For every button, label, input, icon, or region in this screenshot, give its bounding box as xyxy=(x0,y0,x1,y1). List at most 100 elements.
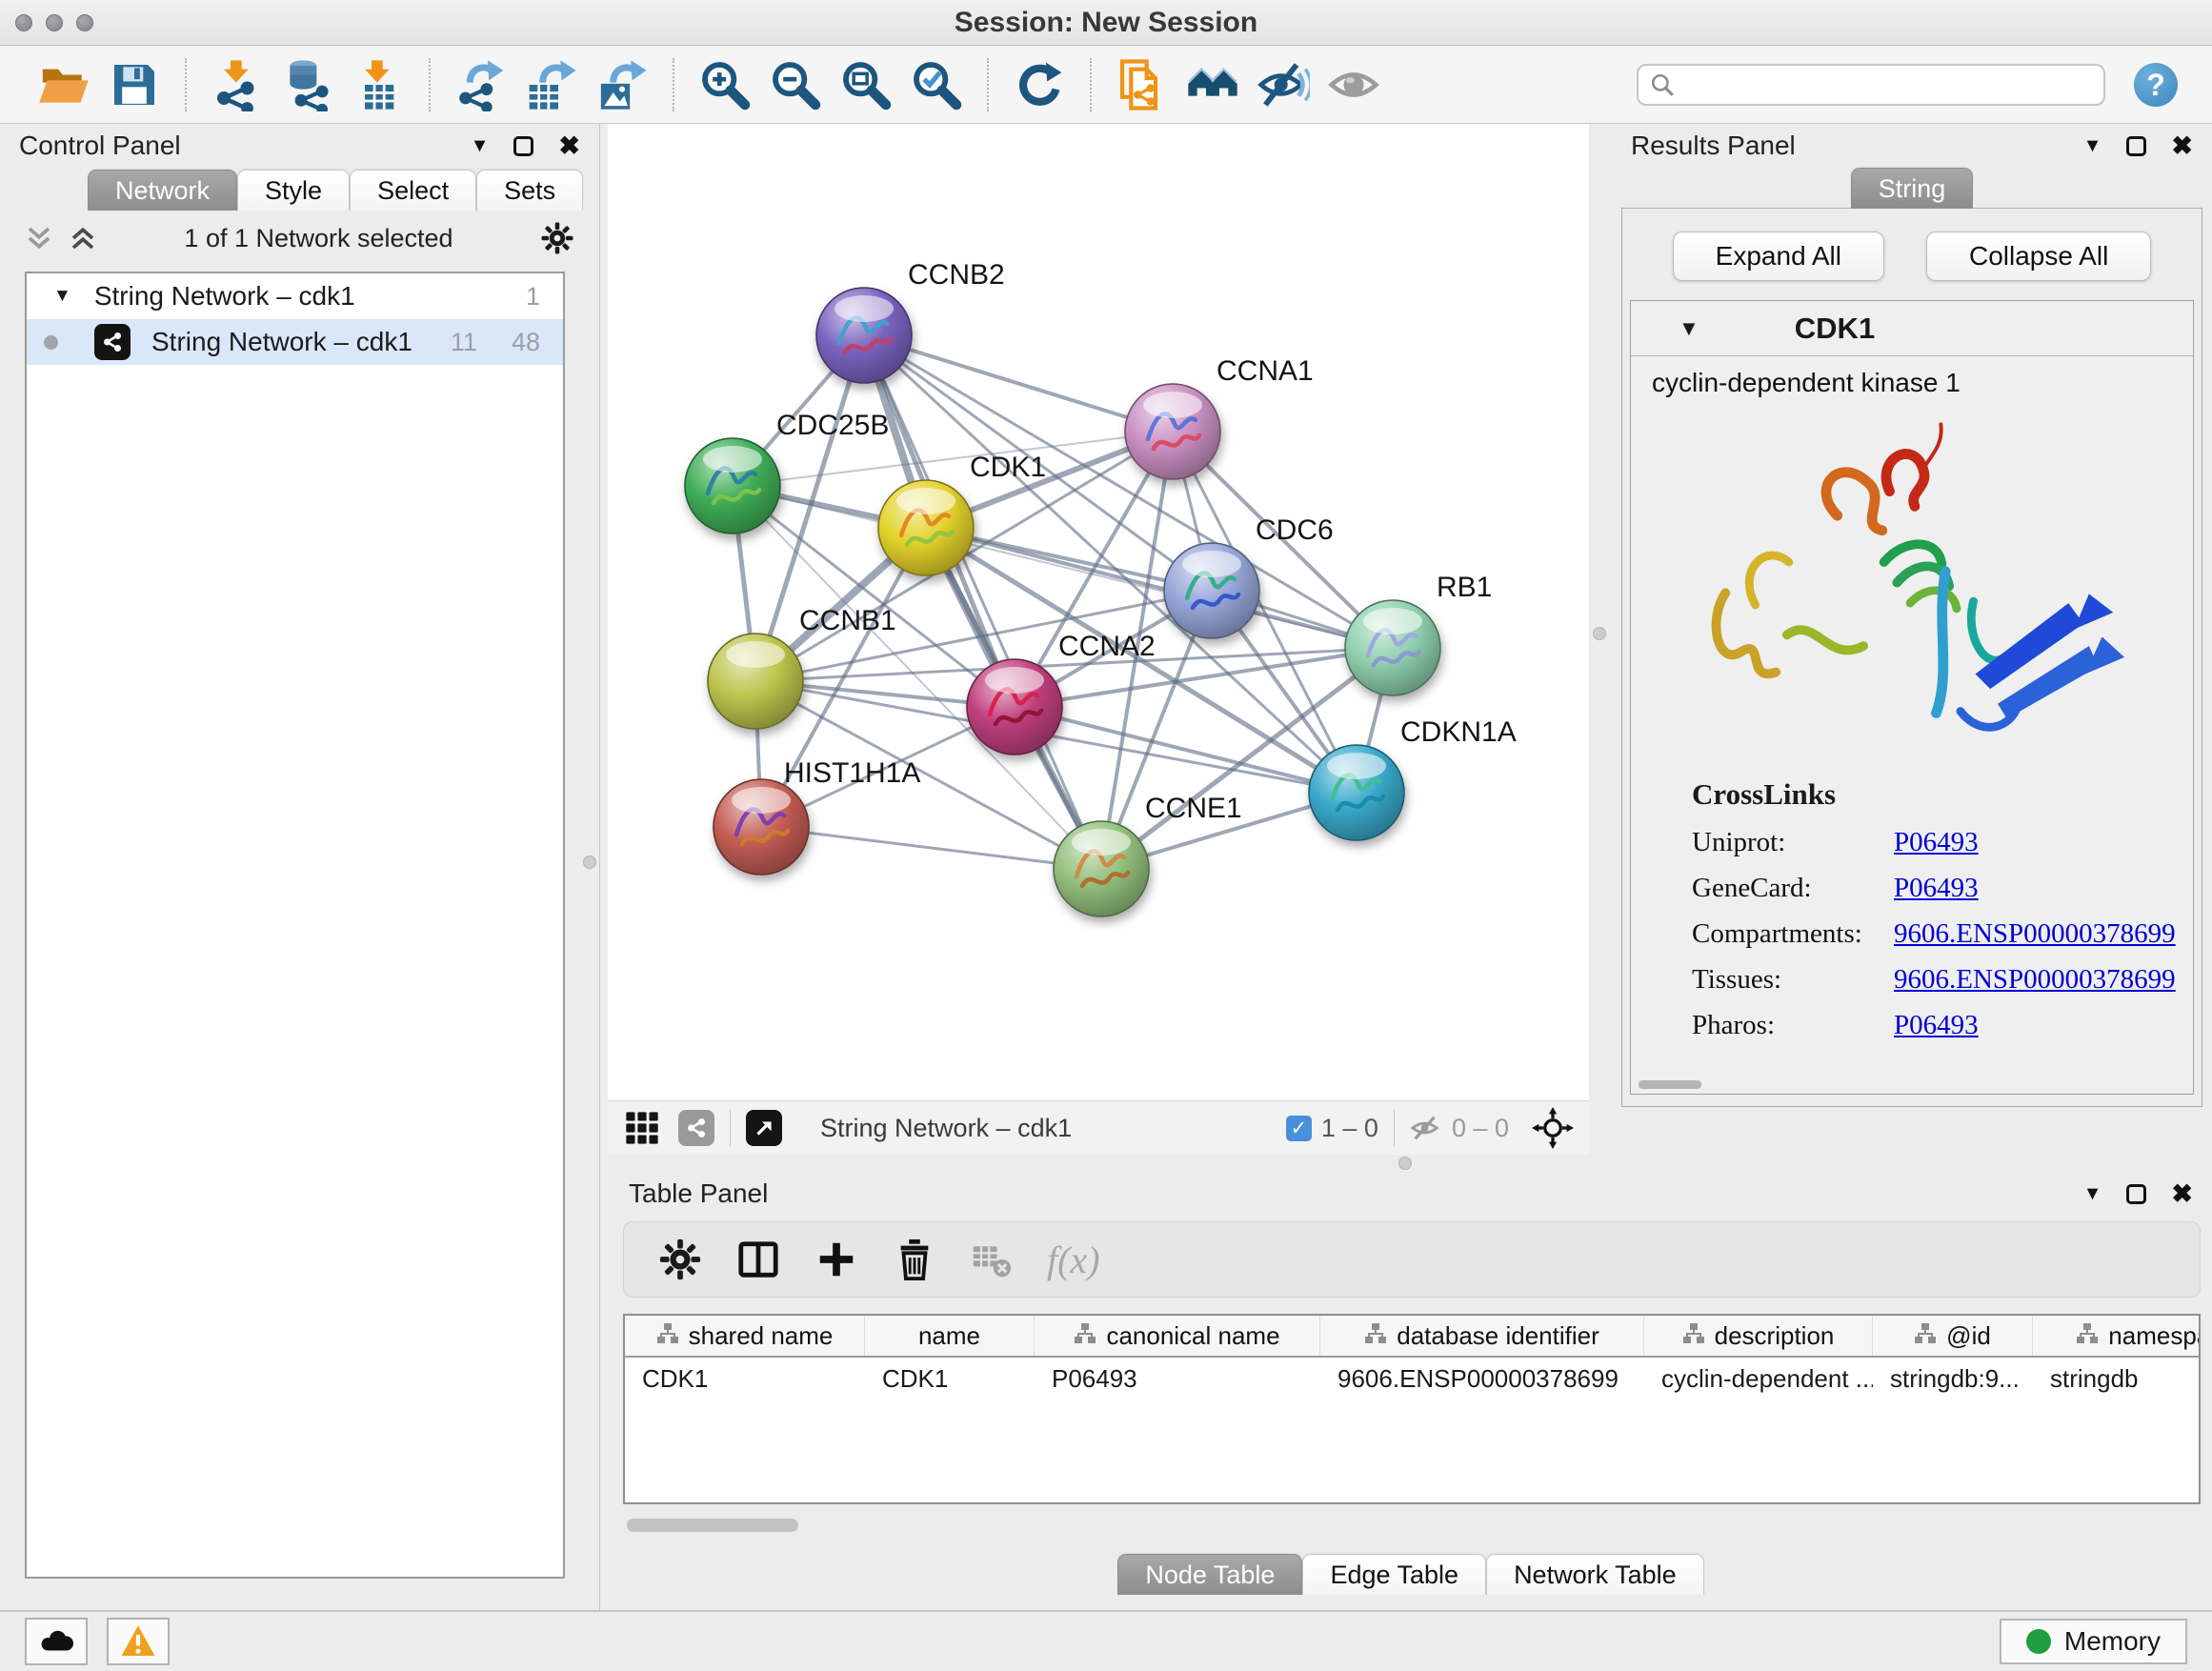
network-node-ccnb1[interactable]: CCNB1 xyxy=(708,605,896,729)
tab-select[interactable]: Select xyxy=(350,170,476,211)
search-input[interactable] xyxy=(1684,70,2092,100)
import-network-file-icon[interactable] xyxy=(211,58,264,111)
crosshair-icon[interactable] xyxy=(1532,1107,1574,1149)
crosslink-value-link[interactable]: P06493 xyxy=(1894,827,1979,858)
table-cell[interactable]: CDK1 xyxy=(865,1358,1035,1399)
gear-icon[interactable] xyxy=(658,1238,702,1281)
column-header[interactable]: @id xyxy=(1873,1316,2033,1356)
function-builder-icon[interactable]: f(x) xyxy=(1047,1238,1100,1282)
open-session-icon[interactable] xyxy=(37,58,90,111)
shared-column-icon xyxy=(2076,1321,2099,1351)
table-toolbar: f(x) xyxy=(623,1221,2201,1298)
share-view-icon[interactable] xyxy=(678,1110,714,1146)
panel-float-icon[interactable] xyxy=(2126,1184,2146,1204)
grid-view-icon[interactable] xyxy=(623,1109,661,1147)
export-image-icon[interactable] xyxy=(595,58,649,111)
panel-float-icon[interactable] xyxy=(2126,136,2146,156)
birdseye-icon[interactable] xyxy=(746,1110,782,1146)
zoom-in-icon[interactable] xyxy=(698,58,752,111)
string-network-graph[interactable]: CCNB2CCNA1CDC25BCDK1CDC6RB1CCNB1CCNA2CDK… xyxy=(608,124,1589,1100)
export-table-icon[interactable] xyxy=(525,58,578,111)
control-panel-tabs: NetworkStyleSelectSets xyxy=(88,170,599,211)
panel-collapse-icon[interactable]: ▼ xyxy=(2083,1183,2102,1205)
show-columns-icon[interactable] xyxy=(736,1238,780,1281)
crosslink-row: Compartments:9606.ENSP00000378699 xyxy=(1692,918,2193,950)
tab-network[interactable]: Network xyxy=(88,170,237,211)
column-header[interactable]: description xyxy=(1644,1316,1873,1356)
panel-float-icon[interactable] xyxy=(513,136,533,156)
gene-header-row[interactable]: ▼ CDK1 xyxy=(1631,301,2193,356)
tab-style[interactable]: Style xyxy=(237,170,350,211)
export-network-icon[interactable] xyxy=(454,58,508,111)
memory-button[interactable]: Memory xyxy=(2000,1619,2187,1664)
tab-edge-table[interactable]: Edge Table xyxy=(1302,1554,1486,1595)
network-node-rb1[interactable]: RB1 xyxy=(1345,572,1492,695)
column-header[interactable]: namespace xyxy=(2033,1316,2201,1356)
add-column-icon[interactable] xyxy=(814,1238,858,1281)
table-cell[interactable]: stringdb:9... xyxy=(1873,1358,2033,1399)
panel-close-icon[interactable]: ✖ xyxy=(2171,1181,2193,1207)
panel-close-icon[interactable]: ✖ xyxy=(2171,133,2193,159)
column-header-label: shared name xyxy=(689,1321,834,1351)
share-file-icon[interactable] xyxy=(1116,58,1169,111)
network-node-ccna1[interactable]: CCNA1 xyxy=(1125,355,1314,479)
tab-string[interactable]: String xyxy=(1851,168,1974,209)
warnings-button[interactable] xyxy=(107,1618,170,1665)
panel-divider-handle[interactable] xyxy=(1593,627,1606,640)
column-header[interactable]: database identifier xyxy=(1320,1316,1644,1356)
tab-sets[interactable]: Sets xyxy=(476,170,583,211)
network-node-cdkn1a[interactable]: CDKN1A xyxy=(1309,716,1517,840)
tree-expand-icon[interactable]: ▼ xyxy=(53,286,71,307)
network-row-selected[interactable]: String Network – cdk1 11 48 xyxy=(27,319,563,365)
string-network-icon xyxy=(94,324,131,360)
table-cell[interactable]: cyclin-dependent ... xyxy=(1644,1358,1873,1399)
crosslink-value-link[interactable]: 9606.ENSP00000378699 xyxy=(1894,918,2176,950)
hide-graphics-icon[interactable] xyxy=(1257,58,1310,111)
crosslink-value-link[interactable]: 9606.ENSP00000378699 xyxy=(1894,964,2176,996)
selected-checkbox[interactable]: ✓ xyxy=(1286,1116,1312,1141)
panel-close-icon[interactable]: ✖ xyxy=(558,133,580,159)
table-cell[interactable]: stringdb xyxy=(2033,1358,2201,1399)
tab-node-table[interactable]: Node Table xyxy=(1117,1554,1302,1595)
cloud-button[interactable] xyxy=(25,1618,88,1665)
show-graphics-icon[interactable] xyxy=(1327,58,1380,111)
expand-all-button[interactable]: Expand All xyxy=(1673,232,1884,281)
column-header[interactable]: shared name xyxy=(625,1316,865,1356)
network-collection-row[interactable]: ▼ String Network – cdk1 1 xyxy=(27,273,563,319)
panel-divider-handle[interactable] xyxy=(583,856,596,869)
collapse-all-button[interactable]: Collapse All xyxy=(1926,232,2151,281)
crosslink-value-link[interactable]: P06493 xyxy=(1894,1010,1979,1041)
string-home-icon[interactable] xyxy=(1186,58,1239,111)
column-header[interactable]: name xyxy=(865,1316,1035,1356)
delete-column-icon[interactable] xyxy=(893,1238,936,1281)
panel-divider-handle[interactable] xyxy=(1398,1157,1412,1170)
network-canvas[interactable]: CCNB2CCNA1CDC25BCDK1CDC6RB1CCNB1CCNA2CDK… xyxy=(608,124,1589,1100)
import-table-file-icon[interactable] xyxy=(352,58,405,111)
zoom-selected-icon[interactable] xyxy=(910,58,963,111)
expand-all-icon[interactable] xyxy=(69,224,97,252)
zoom-fit-icon[interactable] xyxy=(839,58,893,111)
table-cell[interactable]: 9606.ENSP00000378699 xyxy=(1320,1358,1644,1399)
horizontal-scrollbar-thumb[interactable] xyxy=(1639,1080,1701,1089)
collapse-all-icon[interactable] xyxy=(25,224,53,252)
import-network-database-icon[interactable] xyxy=(281,58,334,111)
collapse-gene-icon[interactable]: ▼ xyxy=(1679,316,1699,341)
help-button[interactable]: ? xyxy=(2134,63,2178,107)
hidden-eye-icon[interactable] xyxy=(1410,1112,1442,1144)
panel-collapse-icon[interactable]: ▼ xyxy=(2083,135,2102,157)
column-header[interactable]: canonical name xyxy=(1035,1316,1320,1356)
refresh-icon[interactable] xyxy=(1013,58,1066,111)
gear-icon[interactable] xyxy=(540,221,574,255)
results-panel-header: Results Panel ▼ ✖ xyxy=(1612,124,2212,168)
zoom-out-icon[interactable] xyxy=(769,58,822,111)
network-node-hist1h1a[interactable]: HIST1H1A xyxy=(714,757,920,875)
tab-network-table[interactable]: Network Table xyxy=(1486,1554,1704,1595)
hscrollbar-thumb[interactable] xyxy=(627,1519,798,1532)
table-cell[interactable]: P06493 xyxy=(1035,1358,1320,1399)
save-session-icon[interactable] xyxy=(108,58,161,111)
delete-table-icon[interactable] xyxy=(971,1238,1013,1280)
table-row[interactable]: CDK1CDK1P064939606.ENSP00000378699cyclin… xyxy=(625,1358,2199,1399)
panel-collapse-icon[interactable]: ▼ xyxy=(471,135,490,157)
table-cell[interactable]: CDK1 xyxy=(625,1358,865,1399)
crosslink-value-link[interactable]: P06493 xyxy=(1894,873,1979,904)
